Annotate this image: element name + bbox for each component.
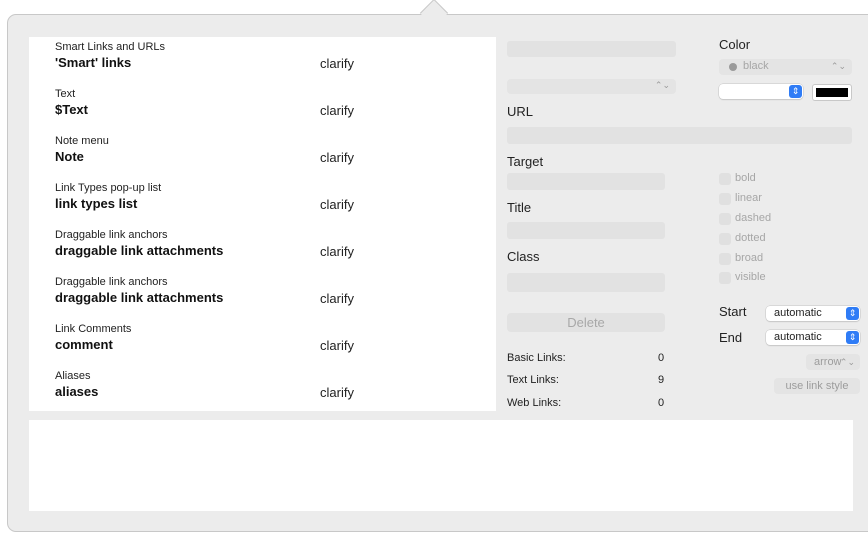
checkbox-label: dashed — [735, 212, 772, 224]
checkbox-label: dotted — [735, 232, 766, 244]
web-links-label: Web Links: — [507, 397, 562, 409]
color-swatch-fill — [816, 88, 848, 97]
list-item-name: $Text — [55, 102, 88, 117]
list-item-name: comment — [55, 337, 113, 352]
broad-checkbox[interactable]: broad — [719, 252, 829, 266]
link-name-field[interactable] — [507, 41, 676, 57]
dotted-checkbox[interactable]: dotted — [719, 232, 829, 246]
checkbox-box — [719, 173, 731, 185]
arrow-value: arrow — [814, 356, 842, 368]
bold-checkbox[interactable]: bold — [719, 172, 829, 186]
list-item[interactable]: Text $Text clarify — [29, 84, 496, 130]
chevron-updown-icon: ⌃⌄ — [830, 61, 846, 71]
list-item-category: Smart Links and URLs — [55, 41, 166, 53]
list-item-name: aliases — [55, 384, 99, 399]
class-label: Class — [507, 249, 540, 264]
link-list: Smart Links and URLs 'Smart' links clari… — [29, 37, 496, 411]
list-item-name: draggable link attachments — [55, 290, 224, 305]
title-label: Title — [507, 200, 532, 215]
list-item[interactable]: Smart Links and URLs 'Smart' links clari… — [29, 37, 496, 83]
checkbox-box — [719, 233, 731, 245]
target-label: Target — [507, 154, 544, 169]
target-field[interactable] — [507, 173, 665, 190]
list-item-name: Note — [55, 149, 84, 164]
end-label: End — [719, 330, 743, 345]
chevron-updown-icon: ⇕ — [846, 331, 859, 344]
basic-links-count: 0 — [658, 352, 665, 364]
text-links-count: 9 — [658, 374, 665, 386]
chevron-updown-icon: ⇕ — [789, 85, 802, 98]
color-swatch[interactable] — [812, 84, 852, 101]
start-popup[interactable]: automatic ⇕ — [766, 306, 860, 321]
use-link-style-button[interactable]: use link style — [774, 378, 860, 394]
clarify-link[interactable]: clarify — [320, 56, 354, 71]
color-label: Color — [719, 37, 751, 52]
text-links-label: Text Links: — [507, 374, 559, 386]
class-field[interactable] — [507, 273, 665, 292]
chevron-updown-icon: ⇕ — [846, 307, 859, 320]
color-name-popup[interactable]: black ⌃⌄ — [719, 59, 852, 75]
checkbox-label: broad — [735, 252, 764, 264]
list-item[interactable]: Draggable link anchors draggable link at… — [29, 272, 496, 318]
clarify-link[interactable]: clarify — [320, 103, 354, 118]
checkbox-box — [719, 272, 731, 284]
web-links-count: 0 — [658, 397, 665, 409]
list-item[interactable]: Link Comments comment clarify — [29, 319, 496, 365]
list-item-name: link types list — [55, 196, 138, 211]
checkbox-box — [719, 193, 731, 205]
color-popup[interactable]: ⇕ — [719, 84, 803, 99]
clarify-link[interactable]: clarify — [320, 244, 354, 259]
url-label: URL — [507, 104, 534, 119]
list-item-category: Aliases — [55, 370, 91, 382]
start-value: automatic — [774, 307, 822, 319]
end-value: automatic — [774, 331, 822, 343]
title-field[interactable] — [507, 222, 665, 239]
basic-links-label: Basic Links: — [507, 352, 566, 364]
visible-checkbox[interactable]: visible — [719, 271, 829, 285]
link-type-popup[interactable]: ⌃⌄ — [507, 79, 676, 94]
list-item[interactable]: Link Types pop-up list link types list c… — [29, 178, 496, 224]
clarify-link[interactable]: clarify — [320, 338, 354, 353]
checkbox-box — [719, 253, 731, 265]
end-popup[interactable]: automatic ⇕ — [766, 330, 860, 345]
list-item-name: draggable link attachments — [55, 243, 224, 258]
list-item[interactable]: Aliases aliases clarify — [29, 366, 496, 412]
checkbox-box — [719, 213, 731, 225]
start-label: Start — [719, 304, 747, 319]
clarify-link[interactable]: clarify — [320, 150, 354, 165]
list-item-category: Note menu — [55, 135, 109, 147]
list-item-category: Text — [55, 88, 76, 100]
url-field[interactable] — [507, 127, 852, 144]
chevron-updown-icon: ⌃⌄ — [654, 80, 670, 90]
list-item-category: Draggable link anchors — [55, 276, 168, 288]
checkbox-label: visible — [735, 271, 766, 283]
linear-checkbox[interactable]: linear — [719, 192, 829, 206]
list-item-category: Draggable link anchors — [55, 229, 168, 241]
color-name-value: black — [743, 60, 769, 72]
chevron-updown-icon: ⌃⌄ — [839, 357, 855, 367]
clarify-link[interactable]: clarify — [320, 197, 354, 212]
list-item-name: 'Smart' links — [55, 55, 132, 70]
arrow-popup[interactable]: arrow ⌃⌄ — [806, 354, 860, 370]
list-item-category: Link Types pop-up list — [55, 182, 162, 194]
link-comment-textarea[interactable] — [29, 420, 853, 511]
list-item-category: Link Comments — [55, 323, 132, 335]
checkbox-label: bold — [735, 172, 756, 184]
list-item[interactable]: Draggable link anchors draggable link at… — [29, 225, 496, 271]
color-dot-icon — [729, 63, 737, 71]
clarify-link[interactable]: clarify — [320, 385, 354, 400]
dashed-checkbox[interactable]: dashed — [719, 212, 829, 226]
clarify-link[interactable]: clarify — [320, 291, 354, 306]
list-item[interactable]: Note menu Note clarify — [29, 131, 496, 177]
checkbox-label: linear — [735, 192, 762, 204]
delete-button[interactable]: Delete — [507, 313, 665, 332]
